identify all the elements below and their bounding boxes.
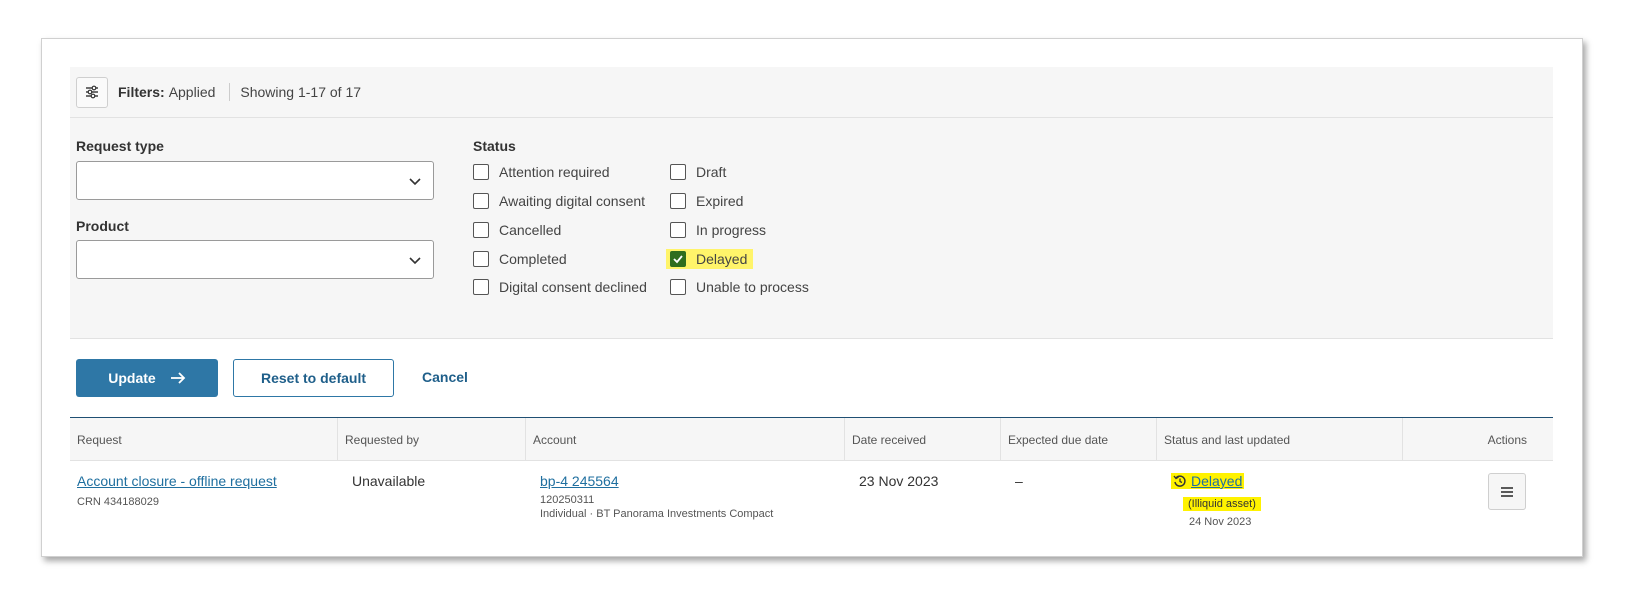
- status-badge[interactable]: Delayed: [1171, 473, 1245, 489]
- expected-due-date-cell: –: [1015, 473, 1023, 489]
- checkbox-label: Draft: [696, 164, 727, 180]
- column-header-request: Request: [70, 418, 338, 461]
- checkbox[interactable]: [670, 164, 686, 180]
- status-checkbox-delayed[interactable]: Delayed: [666, 249, 754, 269]
- request-type-select[interactable]: [76, 161, 434, 200]
- filter-toggle-button[interactable]: [76, 76, 108, 108]
- divider: [229, 83, 231, 101]
- account-cell: bp-4 245564 120250311 Individual · BT Pa…: [540, 473, 773, 521]
- status-label: Status: [473, 138, 516, 154]
- crn: CRN 434188029: [77, 496, 159, 508]
- checkbox[interactable]: [670, 193, 686, 209]
- table-header: Request Requested by Account Date receiv…: [70, 417, 1553, 461]
- requests-table: Request Requested by Account Date receiv…: [70, 417, 1553, 549]
- request-link[interactable]: Account closure - offline request: [77, 473, 277, 489]
- update-button[interactable]: Update: [76, 359, 218, 397]
- row-actions-button[interactable]: [1488, 473, 1526, 510]
- status-link[interactable]: Delayed: [1191, 473, 1242, 489]
- checkbox[interactable]: [670, 222, 686, 238]
- checkbox[interactable]: [473, 164, 489, 180]
- checkbox-label: Completed: [499, 251, 567, 267]
- checkbox-label: Expired: [696, 193, 744, 209]
- account-number: 120250311: [540, 494, 595, 506]
- chevron-down-icon: [409, 257, 421, 265]
- column-header-expected-due-date: Expected due date: [1001, 418, 1157, 461]
- product-label: Product: [76, 218, 129, 234]
- column-header-date-received: Date received: [845, 418, 1001, 461]
- filter-bar: Filters: Applied Showing 1-17 of 17: [70, 67, 1553, 118]
- checkbox-label: Cancelled: [499, 222, 562, 238]
- hamburger-menu-icon: [1501, 486, 1513, 497]
- filters-panel: Request type Product Status Attention re…: [70, 118, 1553, 339]
- checkbox-label: Unable to process: [696, 279, 809, 295]
- checkbox[interactable]: [473, 251, 489, 267]
- cancel-button[interactable]: Cancel: [422, 369, 468, 385]
- history-icon: [1173, 475, 1186, 487]
- filters-label: Filters:: [118, 84, 165, 100]
- status-checkbox-digital-consent-declined[interactable]: Digital consent declined: [473, 279, 647, 295]
- checkbox-label: In progress: [696, 222, 767, 238]
- status-checkbox-awaiting-digital-consent[interactable]: Awaiting digital consent: [473, 193, 645, 209]
- checkbox[interactable]: [473, 279, 489, 295]
- checkbox[interactable]: [473, 193, 489, 209]
- status-checkbox-cancelled[interactable]: Cancelled: [473, 222, 561, 238]
- status-checkbox-expired[interactable]: Expired: [670, 193, 743, 209]
- status-checkbox-in-progress[interactable]: In progress: [670, 222, 766, 238]
- status-checkbox-unable-to-process[interactable]: Unable to process: [670, 279, 809, 295]
- checkbox[interactable]: [670, 279, 686, 295]
- checkbox-checked[interactable]: [670, 251, 686, 267]
- column-header-status: Status and last updated: [1157, 418, 1403, 461]
- arrow-right-icon: [170, 372, 185, 384]
- filter-actions: Update Reset to default Cancel: [70, 339, 1553, 417]
- status-cell: Delayed (Illiquid asset) 24 Nov 2023: [1171, 473, 1261, 529]
- checkmark-icon: [673, 255, 683, 264]
- checkbox-label: Awaiting digital consent: [499, 193, 646, 209]
- requested-by-cell: Unavailable: [352, 473, 426, 489]
- checkbox-label: Delayed: [696, 251, 748, 267]
- account-link[interactable]: bp-4 245564: [540, 473, 773, 489]
- sliders-icon: [86, 85, 98, 99]
- reset-to-default-button[interactable]: Reset to default: [233, 359, 394, 397]
- status-checkbox-attention-required[interactable]: Attention required: [473, 164, 610, 180]
- update-button-label: Update: [108, 370, 156, 386]
- chevron-down-icon: [409, 178, 421, 186]
- status-checkbox-draft[interactable]: Draft: [670, 164, 726, 180]
- requests-card: Filters: Applied Showing 1-17 of 17 Requ…: [41, 38, 1583, 557]
- checkbox-label: Attention required: [499, 164, 610, 180]
- account-description: Individual · BT Panorama Investments Com…: [540, 508, 774, 520]
- column-header-actions: Actions: [1487, 432, 1527, 447]
- column-header-requested-by: Requested by: [338, 418, 526, 461]
- last-updated-date: 24 Nov 2023: [1189, 516, 1252, 528]
- column-header-account: Account: [526, 418, 845, 461]
- status-note: (Illiquid asset): [1183, 497, 1261, 511]
- results-count: Showing 1-17 of 17: [240, 84, 362, 100]
- checkbox[interactable]: [473, 222, 489, 238]
- product-select[interactable]: [76, 240, 434, 279]
- table-row: Account closure - offline request CRN 43…: [70, 461, 1553, 549]
- date-received-cell: 23 Nov 2023: [859, 473, 939, 489]
- request-type-label: Request type: [76, 138, 164, 154]
- filters-value: Applied: [168, 84, 216, 100]
- status-checkbox-completed[interactable]: Completed: [473, 251, 567, 267]
- checkbox-label: Digital consent declined: [499, 279, 647, 295]
- request-cell: Account closure - offline request CRN 43…: [77, 473, 277, 509]
